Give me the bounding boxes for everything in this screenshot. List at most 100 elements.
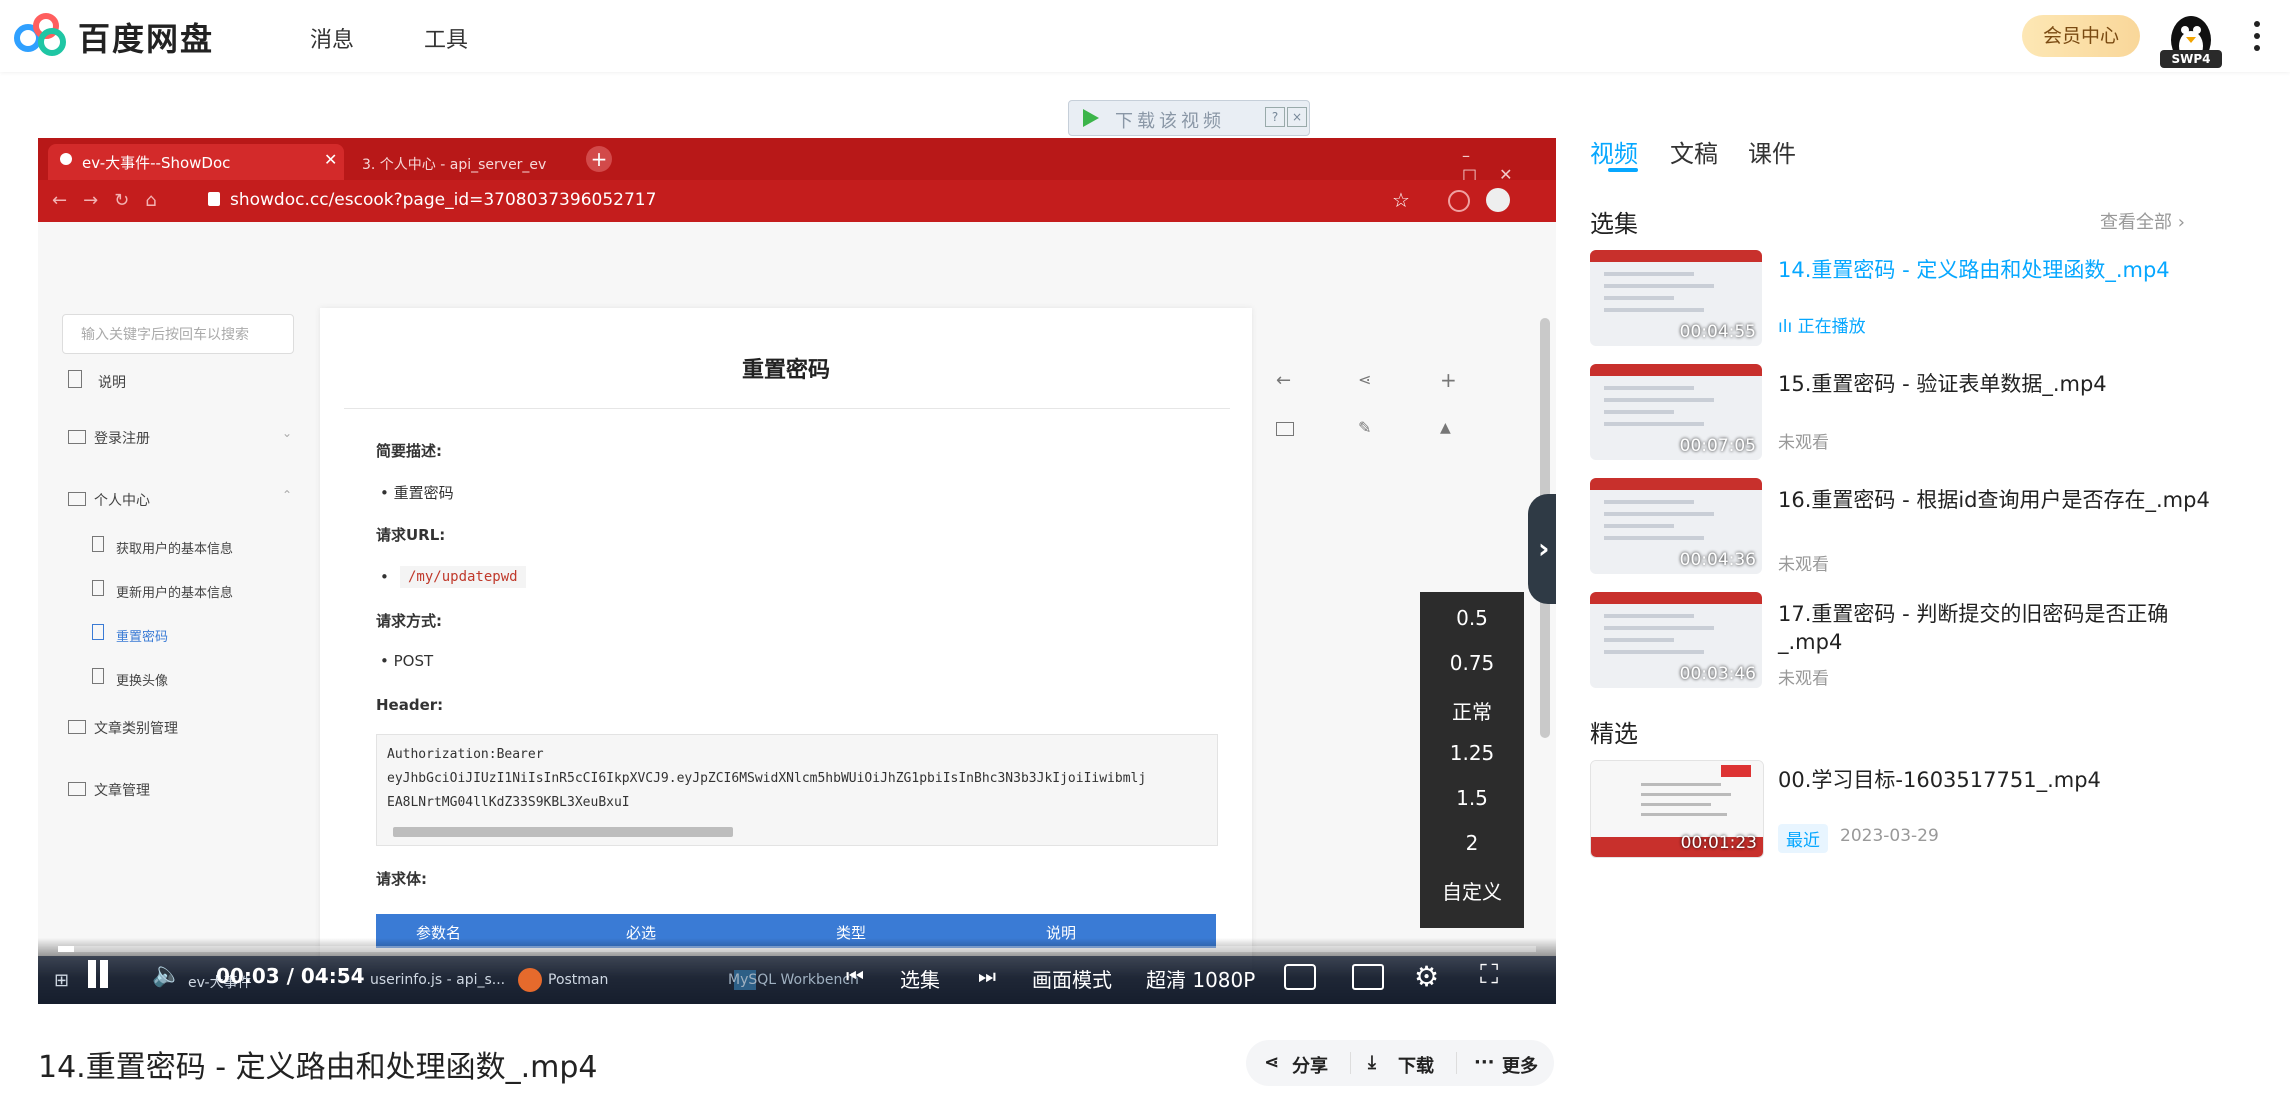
speed-option[interactable]: 1.5 <box>1420 786 1524 810</box>
download-button[interactable]: 下载 <box>1398 1052 1434 1078</box>
doc-url-label: 请求URL: <box>376 526 446 544</box>
episode-thumbnail: 00:03:46 <box>1590 592 1762 688</box>
folder-icon <box>68 782 86 796</box>
doc-file-icon <box>92 536 104 552</box>
thumb-content-icon <box>1604 272 1714 312</box>
speed-option[interactable]: 2 <box>1420 831 1524 855</box>
doc-desc-text: 重置密码 <box>393 484 454 502</box>
episode-status-text: 正在播放 <box>1797 317 1866 337</box>
speed-option[interactable]: 正常 <box>1420 696 1524 725</box>
episode-item[interactable]: 00:03:46 17.重置密码 - 判断提交的旧密码是否正确_.mp4 未观看 <box>1590 592 2230 692</box>
doc-desc-label: 简要描述: <box>376 442 442 460</box>
vip-center-button[interactable]: 会员中心 <box>2022 15 2140 57</box>
sidebar-group-login: 登录注册 <box>94 431 150 447</box>
sidebar-sub-get-user: 获取用户的基本信息 <box>116 542 234 557</box>
sidebar-group-category: 文章类别管理 <box>94 721 178 737</box>
nav-messages[interactable]: 消息 <box>310 22 354 54</box>
see-all-link[interactable]: 查看全部 › <box>2100 208 2185 234</box>
sidebar-sub-reset-pwd: 重置密码 <box>116 630 169 645</box>
more-icon[interactable]: ··· <box>1474 1052 1495 1073</box>
speed-option-custom[interactable]: 自定义 <box>1420 876 1524 905</box>
settings-gear-icon[interactable]: ⚙ <box>1414 960 1439 993</box>
tab-underline <box>1608 168 1638 172</box>
sidebar-group-articles: 文章管理 <box>94 783 150 799</box>
doc-method-item: • POST <box>380 652 434 670</box>
episode-item[interactable]: 00:04:55 14.重置密码 - 定义路由和处理函数_.mp4 ılı 正在… <box>1590 250 2230 350</box>
folder-icon <box>68 492 86 506</box>
episode-item[interactable]: 00:07:05 15.重置密码 - 验证表单数据_.mp4 未观看 <box>1590 364 2230 464</box>
episode-title: 15.重置密码 - 验证表单数据_.mp4 <box>1778 372 2107 396</box>
sidebar-sub-update-user: 更新用户的基本信息 <box>116 586 234 601</box>
thumb-bar <box>1590 250 1762 262</box>
episode-thumbnail: 00:04:36 <box>1590 478 1762 574</box>
share-icon[interactable]: ⋖ <box>1264 1052 1279 1073</box>
episode-item[interactable]: 00:04:36 16.重置密码 - 根据id查询用户是否存在_.mp4 未观看 <box>1590 478 2230 578</box>
episode-status: 未观看 <box>1778 555 1829 575</box>
tab-transcript[interactable]: 文稿 <box>1670 134 1718 169</box>
close-icon[interactable]: × <box>1287 107 1307 127</box>
quality-button[interactable]: 超清 1080P <box>1146 964 1255 993</box>
folder-icon <box>68 720 86 734</box>
download-icon[interactable]: ⤓ <box>1368 1052 1376 1073</box>
speed-option[interactable]: 0.5 <box>1420 606 1524 630</box>
featured-item[interactable]: 00:01:23 00.学习目标-1603517751_.mp4 最近 2023… <box>1590 760 2230 860</box>
episode-thumbnail: 00:07:05 <box>1590 364 1762 460</box>
sidebar-sub-avatar: 更换头像 <box>116 674 169 689</box>
tab-courseware[interactable]: 课件 <box>1748 134 1796 169</box>
speed-option[interactable]: 1.25 <box>1420 741 1524 765</box>
doc-content-card: 重置密码 简要描述: • 重置密码 请求URL: • /my/updatepwd… <box>320 308 1252 1002</box>
doc-method-text: POST <box>393 652 434 670</box>
caret-up-icon: ▲ <box>1440 420 1451 436</box>
next-icon[interactable]: ⏭ <box>978 964 996 988</box>
thumb-content-icon <box>1604 386 1714 426</box>
prev-icon[interactable]: ⏮ <box>846 964 864 988</box>
screenshot-camera-icon[interactable] <box>1284 964 1316 990</box>
more-menu-icon[interactable] <box>2250 18 2264 54</box>
doc-code-block: Authorization:Bearer eyJhbGciOiJIUzI1NiI… <box>376 734 1218 846</box>
doc-method-label: 请求方式: <box>376 612 442 630</box>
nav-tools[interactable]: 工具 <box>424 22 468 54</box>
star-icon: ☆ <box>1392 188 1410 212</box>
picture-mode-button[interactable]: 画面模式 <box>1032 964 1112 993</box>
doc-body-label: 请求体: <box>376 870 427 888</box>
more-button[interactable]: 更多 <box>1502 1052 1538 1078</box>
avatar-badge: SWP4 <box>2160 50 2222 68</box>
subtitle-icon[interactable] <box>1352 964 1384 990</box>
share-button[interactable]: 分享 <box>1292 1052 1328 1078</box>
video-player[interactable]: ev-大事件--ShowDoc ✕ 3. 个人中心 - api_server_e… <box>38 138 1556 1004</box>
help-icon[interactable]: ? <box>1265 107 1285 127</box>
lock-icon <box>208 192 220 206</box>
doc-search-input: 输入关键字后按回车以搜索 <box>62 314 294 354</box>
collapse-arrow[interactable]: › <box>1528 494 1556 604</box>
progress-fill <box>58 946 75 952</box>
taskbar-app: Postman <box>548 972 609 988</box>
divider <box>344 408 1230 409</box>
divider <box>1350 1052 1351 1074</box>
featured-duration: 00:01:23 <box>1680 833 1757 853</box>
episodes-button[interactable]: 选集 <box>900 964 940 993</box>
windows-start-icon: ⊞ <box>54 970 70 991</box>
pause-icon[interactable] <box>88 960 96 988</box>
doc-header-label: Header: <box>376 696 444 714</box>
code-line: EA8LNrtMG04llKdZ33S9KBL3XeuBxuI <box>387 795 630 810</box>
address-text: showdoc.cc/escook?page_id=37080373960527… <box>230 190 657 210</box>
bullet: • <box>380 568 389 586</box>
browser-tabbar: ev-大事件--ShowDoc ✕ 3. 个人中心 - api_server_e… <box>38 138 1556 184</box>
tab-title: ev-大事件--ShowDoc <box>82 154 231 172</box>
tab-video[interactable]: 视频 <box>1590 134 1638 169</box>
speed-option[interactable]: 0.75 <box>1420 651 1524 675</box>
download-video-bar[interactable]: 下载该视频 ? × <box>1068 100 1310 136</box>
browser-tab-active: ev-大事件--ShowDoc ✕ <box>48 144 344 180</box>
progress-bar[interactable] <box>58 946 1536 952</box>
featured-header: 精选 <box>1590 720 1638 748</box>
extension-icon <box>1448 190 1470 212</box>
fullscreen-icon[interactable]: ⛶ <box>1480 960 1498 991</box>
episodes-header: 选集 <box>1590 210 1638 238</box>
episode-status: ılı 正在播放 <box>1778 312 1866 337</box>
episode-status: 未观看 <box>1778 433 1829 453</box>
plus-icon: + <box>1440 368 1457 392</box>
thumb-bar <box>1590 592 1762 604</box>
baidu-netdisk-logo-icon[interactable] <box>12 12 68 58</box>
volume-icon[interactable]: 🔈 <box>152 960 182 988</box>
brand-name[interactable]: 百度网盘 <box>78 14 214 60</box>
